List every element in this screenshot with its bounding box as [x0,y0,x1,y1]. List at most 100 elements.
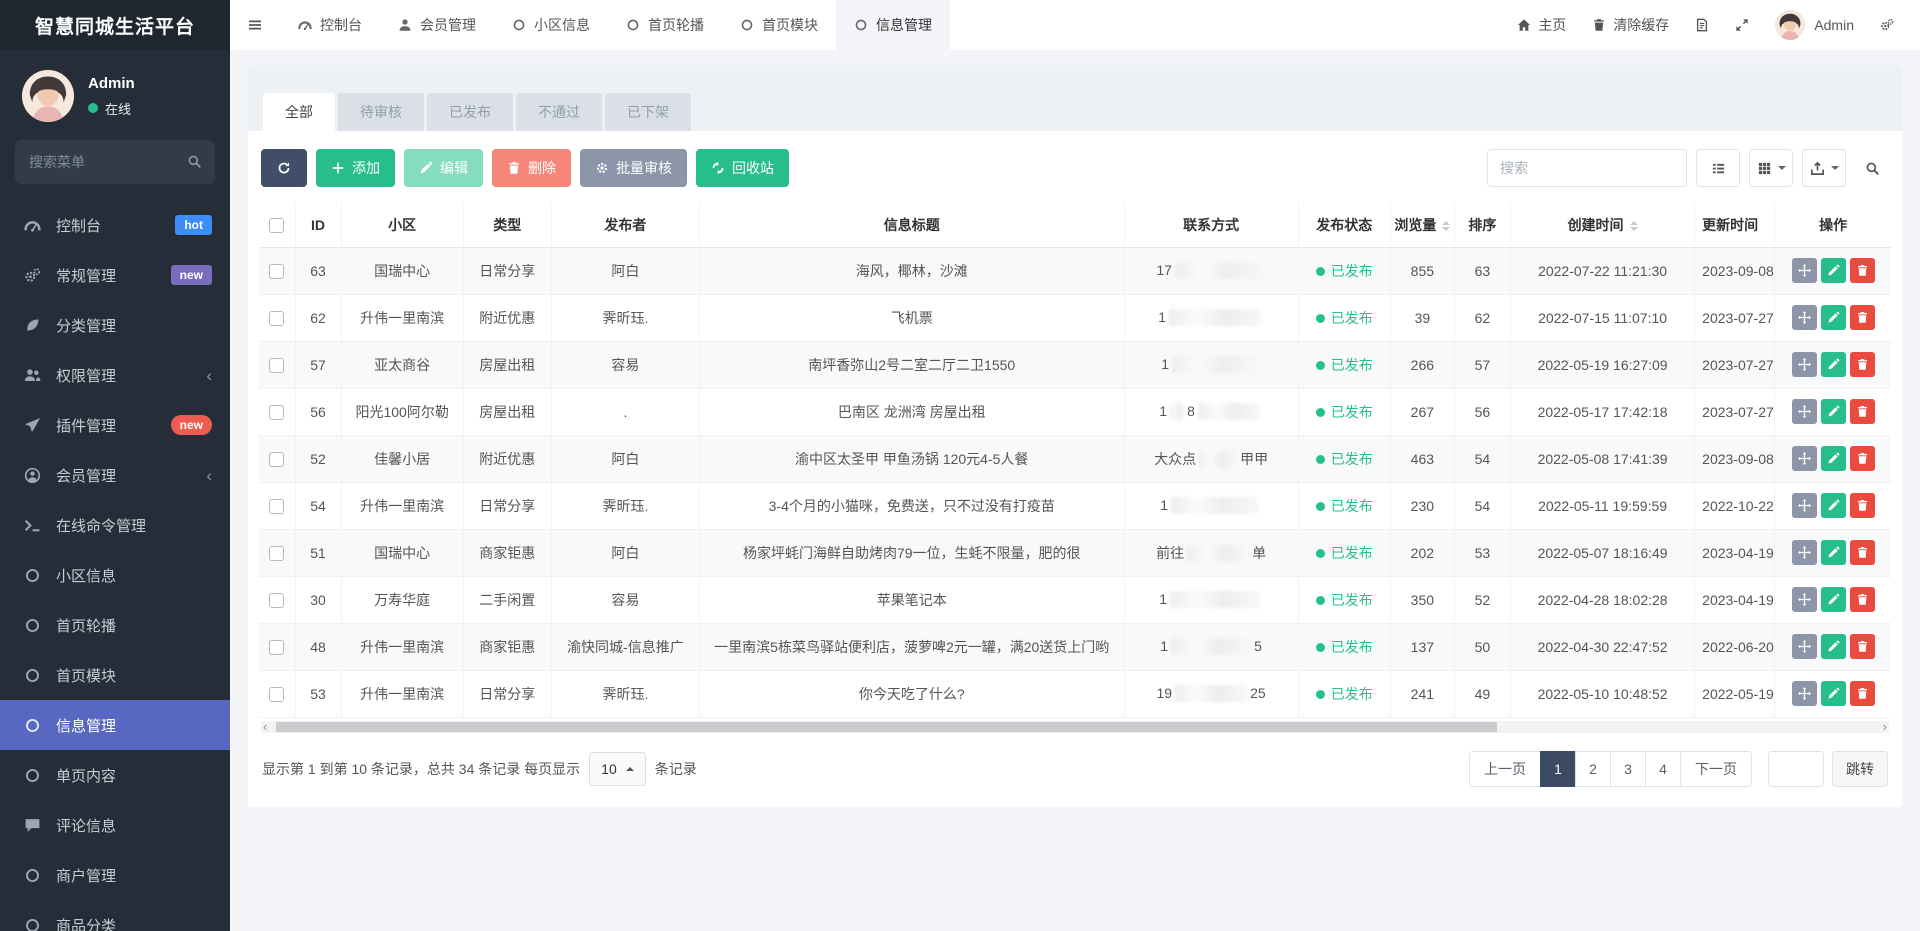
batch-audit-button[interactable]: 批量审核 [580,149,687,187]
delete-row-button[interactable] [1849,587,1875,612]
sidebar-item-general[interactable]: 常规管理 new [0,250,230,300]
sidebar-item-comment[interactable]: 评论信息 [0,800,230,850]
columns-button[interactable] [1749,149,1793,187]
page-button-4[interactable]: 4 [1645,750,1681,787]
delete-row-button[interactable] [1849,352,1875,377]
language-button[interactable] [1695,18,1709,32]
tab-不通过[interactable]: 不通过 [516,93,602,131]
tab-已下架[interactable]: 已下架 [605,93,691,131]
page-button-1[interactable]: 1 [1540,750,1576,787]
edit-row-button[interactable] [1820,446,1846,471]
fullscreen-button[interactable] [1735,18,1749,32]
sidebar-item-information[interactable]: 信息管理 [0,700,230,750]
jump-button[interactable]: 跳转 [1832,750,1888,787]
row-checkbox[interactable] [269,592,285,608]
sidebar-item-page[interactable]: 单页内容 [0,750,230,800]
toggle-view-button[interactable] [1696,149,1740,187]
scroll-right-arrow[interactable]: › [1883,718,1887,735]
topnav-item-banner[interactable]: 首页轮播 [608,0,722,50]
row-checkbox[interactable] [269,357,285,373]
horizontal-scrollbar[interactable]: ‹ › [261,718,1889,735]
edit-row-button[interactable] [1820,587,1846,612]
edit-row-button[interactable] [1820,681,1846,706]
tab-已发布[interactable]: 已发布 [427,93,513,131]
select-all-checkbox[interactable] [269,218,285,234]
drag-sort-button[interactable] [1791,634,1817,659]
sidebar-item-category[interactable]: 分类管理 [0,300,230,350]
sidebar-item-goods-category[interactable]: 商品分类 [0,900,230,931]
edit-row-button[interactable] [1820,493,1846,518]
drag-sort-button[interactable] [1791,587,1817,612]
export-button[interactable] [1802,149,1846,187]
drag-sort-button[interactable] [1791,305,1817,330]
refresh-button[interactable] [261,149,307,187]
sidebar-item-member[interactable]: 会员管理 ‹ [0,450,230,500]
sidebar-item-community[interactable]: 小区信息 [0,550,230,600]
tab-全部[interactable]: 全部 [263,93,335,131]
row-checkbox[interactable] [269,686,285,702]
edit-row-button[interactable] [1820,540,1846,565]
edit-row-button[interactable] [1820,305,1846,330]
delete-row-button[interactable] [1849,681,1875,706]
row-checkbox[interactable] [269,404,285,420]
drag-sort-button[interactable] [1791,352,1817,377]
recycle-button[interactable]: 回收站 [696,149,789,187]
user-menu[interactable]: Admin [1775,10,1854,40]
tab-待审核[interactable]: 待审核 [338,93,424,131]
home-button[interactable]: 主页 [1517,15,1566,35]
search-button[interactable] [1855,149,1889,187]
row-checkbox[interactable] [269,498,285,514]
drag-sort-button[interactable] [1791,446,1817,471]
sidebar-item-banner[interactable]: 首页轮播 [0,600,230,650]
sidebar-item-module[interactable]: 首页模块 [0,650,230,700]
edit-button[interactable]: 编辑 [404,149,483,187]
scroll-left-arrow[interactable]: ‹ [263,718,267,735]
row-checkbox[interactable] [269,545,285,561]
topnav-item-information[interactable]: 信息管理 [836,0,950,50]
page-button-2[interactable]: 2 [1575,750,1611,787]
row-checkbox[interactable] [269,263,285,279]
delete-row-button[interactable] [1849,305,1875,330]
delete-row-button[interactable] [1849,446,1875,471]
page-button-3[interactable]: 3 [1610,750,1646,787]
prev-page-button[interactable]: 上一页 [1469,750,1541,787]
topnav-item-dashboard[interactable]: 控制台 [280,0,380,50]
settings-button[interactable] [1880,18,1894,32]
edit-row-button[interactable] [1820,399,1846,424]
topnav-item-community[interactable]: 小区信息 [494,0,608,50]
sidebar-item-merchant[interactable]: 商户管理 [0,850,230,900]
drag-sort-button[interactable] [1791,681,1817,706]
edit-row-button[interactable] [1820,258,1846,283]
sidebar-item-dashboard[interactable]: 控制台 hot [0,200,230,250]
column-header-views[interactable]: 浏览量 [1390,203,1455,248]
drag-sort-button[interactable] [1791,258,1817,283]
delete-row-button[interactable] [1849,399,1875,424]
drag-sort-button[interactable] [1791,493,1817,518]
scrollbar-thumb[interactable] [276,721,1497,732]
sidebar-item-auth[interactable]: 权限管理 ‹ [0,350,230,400]
table-search-input[interactable] [1487,149,1687,187]
topnav-item-member[interactable]: 会员管理 [380,0,494,50]
sidebar-toggle-button[interactable] [230,0,280,50]
jump-page-input[interactable] [1768,750,1824,787]
sidebar-item-addon[interactable]: 插件管理 new [0,400,230,450]
row-checkbox[interactable] [269,451,285,467]
sidebar-search-input[interactable] [15,140,215,184]
drag-sort-button[interactable] [1791,399,1817,424]
delete-row-button[interactable] [1849,493,1875,518]
delete-row-button[interactable] [1849,634,1875,659]
per-page-select[interactable]: 10 [589,751,646,786]
topnav-item-module[interactable]: 首页模块 [722,0,836,50]
next-page-button[interactable]: 下一页 [1680,750,1752,787]
edit-row-button[interactable] [1820,634,1846,659]
row-checkbox[interactable] [269,310,285,326]
edit-row-button[interactable] [1820,352,1846,377]
drag-sort-button[interactable] [1791,540,1817,565]
row-checkbox[interactable] [269,639,285,655]
delete-button[interactable]: 删除 [492,149,571,187]
delete-row-button[interactable] [1849,540,1875,565]
add-button[interactable]: 添加 [316,149,395,187]
clear-cache-button[interactable]: 清除缓存 [1592,15,1669,35]
sidebar-item-command[interactable]: 在线命令管理 [0,500,230,550]
column-header-created[interactable]: 创建时间 [1510,203,1696,248]
